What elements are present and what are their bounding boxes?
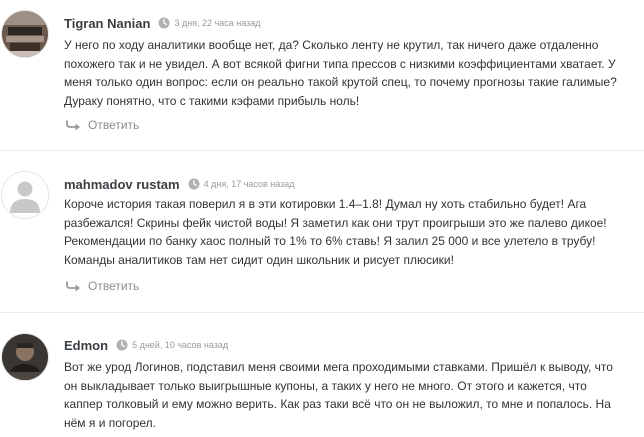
comment-text-line: похожего так и не увидел. А вот всякой ф… [64, 56, 616, 71]
comment-text-line: нём я и погорел. [64, 415, 156, 430]
clock-icon [116, 339, 128, 351]
avatar-photo-icon [2, 334, 48, 380]
comment-text-line: меня только один вопрос: если он реально… [64, 75, 617, 90]
comment-item: Tigran Nanian 3 дня, 22 часа назад У нег… [0, 0, 644, 150]
comment-text: У него по ходу аналитики вообще нет, да?… [64, 36, 624, 110]
comment-text-line: У него по ходу аналитики вообще нет, да?… [64, 38, 599, 52]
clock-icon [158, 17, 170, 29]
comment-text-line: Команды аналитиков там нет сидит один шк… [64, 252, 454, 267]
reply-button[interactable]: Ответить [66, 278, 139, 294]
comments-list: Tigran Nanian 3 дня, 22 часа назад У нег… [0, 0, 644, 437]
avatar[interactable] [1, 333, 49, 381]
reply-arrow-icon [66, 280, 82, 292]
comment-timestamp: 5 дней, 10 часов назад [132, 340, 229, 350]
comment-header: mahmadov rustam 4 дня, 17 часов назад [64, 174, 295, 194]
comment-text-line: разбежался! Скрины фейк чистой воды! Я з… [64, 215, 607, 230]
comment-author[interactable]: Tigran Nanian [64, 16, 150, 31]
comment-timestamp: 4 дня, 17 часов назад [203, 179, 295, 189]
reply-arrow-icon [66, 119, 82, 131]
comment-author[interactable]: mahmadov rustam [64, 177, 180, 192]
comment-text-line: он выкладывает только выигрышные купоны,… [64, 378, 587, 393]
avatar[interactable] [1, 171, 49, 219]
comment-text-line: Вот же урод Логинов, подставил меня свои… [64, 360, 613, 374]
comment-text-line: каппер толковый и ему можно верить. Как … [64, 397, 611, 412]
comment-text-line: Рекомендации по банку хаос полный то 1% … [64, 234, 596, 249]
comment-header: Tigran Nanian 3 дня, 22 часа назад [64, 13, 261, 33]
reply-label[interactable]: Ответить [88, 118, 139, 132]
comment-text: Короче история такая поверил я в эти кот… [64, 195, 624, 269]
comment-item: mahmadov rustam 4 дня, 17 часов назад Ко… [0, 151, 644, 312]
comment-item: Edmon 5 дней, 10 часов назад Вот же урод… [0, 313, 644, 437]
comment-author[interactable]: Edmon [64, 338, 108, 353]
comment-text: Вот же урод Логинов, подставил меня свои… [64, 358, 624, 432]
clock-icon [188, 178, 200, 190]
reply-button[interactable]: Ответить [66, 117, 139, 133]
avatar[interactable] [1, 10, 49, 58]
comment-text-line: Короче история такая поверил я в эти кот… [64, 197, 587, 211]
avatar-photo-icon [2, 11, 48, 57]
comment-header: Edmon 5 дней, 10 часов назад [64, 335, 228, 355]
default-user-avatar-icon [2, 172, 48, 218]
reply-label[interactable]: Ответить [88, 279, 139, 293]
comment-timestamp: 3 дня, 22 часа назад [174, 18, 261, 28]
comment-text-line: Дураку понятно, что с такими кэфами приб… [64, 93, 360, 108]
